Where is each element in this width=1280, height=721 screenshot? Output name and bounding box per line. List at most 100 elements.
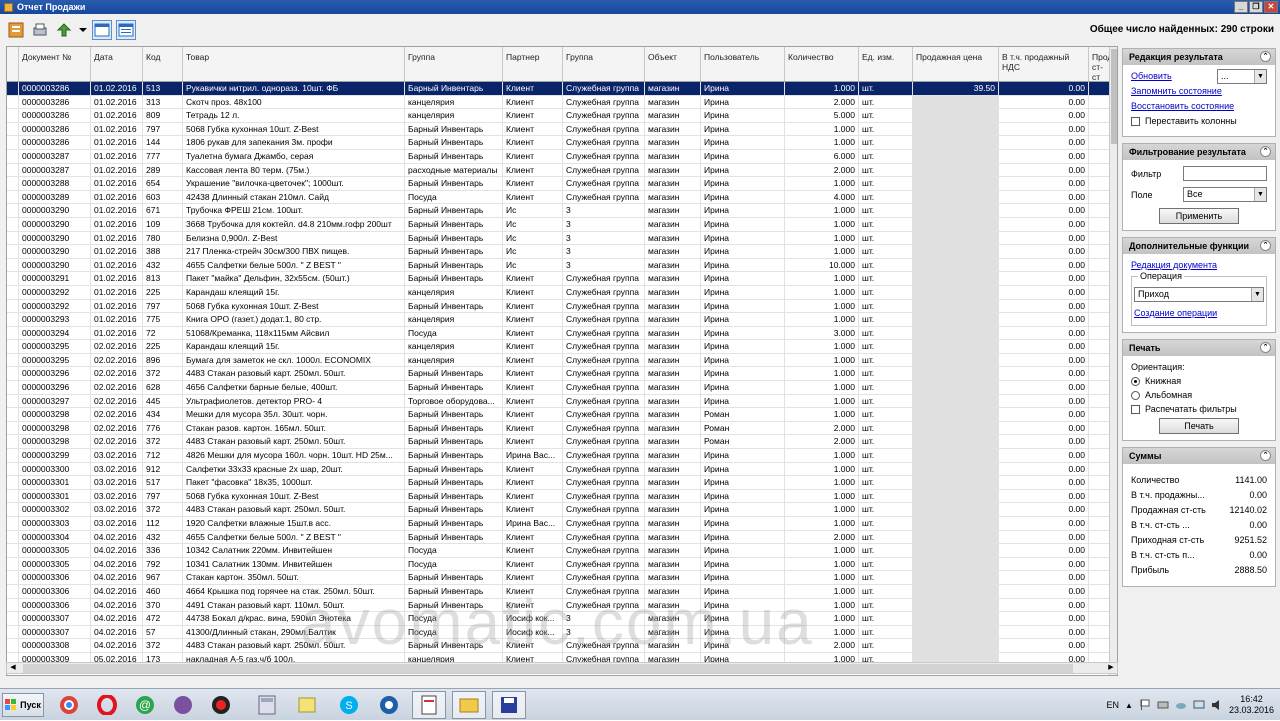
table-row[interactable]: 0000003302 03.02.2016 372 4483 Стакан разов…	[7, 503, 1111, 517]
table-row[interactable]: 0000003301 03.02.2016 517 Пакет "фасовка" 1…	[7, 476, 1111, 490]
column-header[interactable]: Количество	[785, 47, 859, 81]
row-marker[interactable]	[7, 462, 19, 476]
table-row[interactable]: 0000003306 04.02.2016 370 4491 Стакан разов…	[7, 598, 1111, 613]
table-row[interactable]: 0000003290 01.02.2016 388 217 Пленка-стрейч…	[7, 245, 1111, 259]
network-app-icon[interactable]	[372, 691, 406, 719]
filter-input[interactable]	[1183, 166, 1267, 181]
refresh-select[interactable]: ... ▼	[1217, 69, 1267, 84]
mail-at-icon[interactable]: @	[128, 691, 162, 719]
collapse-icon[interactable]: ⌃	[1260, 240, 1271, 251]
row-marker[interactable]	[7, 272, 19, 285]
row-marker[interactable]	[7, 326, 19, 340]
table-row[interactable]: 0000003298 02.02.2016 434 Мешки для мусора …	[7, 408, 1111, 422]
start-button[interactable]: Пуск	[2, 693, 44, 717]
landscape-radio[interactable]: Альбомная	[1131, 390, 1267, 400]
column-header[interactable]: Объект	[645, 47, 701, 81]
table-row[interactable]: 0000003294 01.02.2016 72 51068/Креманка, 11…	[7, 326, 1111, 341]
save-app-icon[interactable]	[492, 691, 526, 719]
opera-icon[interactable]	[90, 691, 124, 719]
column-header[interactable]: Группа	[563, 47, 645, 81]
table-row[interactable]: 0000003303 03.02.2016 112 1920 Салфетки вла…	[7, 517, 1111, 531]
table-row[interactable]: 0000003308 04.02.2016 372 4483 Стакан разов…	[7, 639, 1111, 653]
row-marker[interactable]	[7, 177, 19, 190]
record-icon[interactable]	[204, 691, 238, 719]
table-row[interactable]: 0000003291 01.02.2016 813 Пакет "майка" Дел…	[7, 272, 1111, 286]
table-row[interactable]: 0000003295 02.02.2016 225 Карандаш клеящий …	[7, 340, 1111, 354]
table-row[interactable]: 0000003286 01.02.2016 513 Рукавички нитрил.…	[7, 82, 1111, 96]
notes-icon[interactable]	[290, 691, 324, 719]
row-marker[interactable]	[7, 476, 19, 489]
horizontal-scrollbar[interactable]: ◀ ▶	[6, 662, 1118, 674]
row-marker[interactable]	[7, 598, 19, 612]
table-row[interactable]: 0000003287 01.02.2016 777 Туалетна бумага Д…	[7, 149, 1111, 164]
collapse-icon[interactable]: ⌃	[1260, 146, 1271, 157]
vertical-scrollbar[interactable]	[1109, 47, 1117, 675]
print-button[interactable]: Печать	[1159, 418, 1239, 434]
row-marker[interactable]	[7, 612, 19, 625]
column-header[interactable]: Дата	[91, 47, 143, 81]
field-select[interactable]: Все ▼	[1183, 187, 1267, 202]
tray-expand-icon[interactable]: ▲	[1125, 701, 1133, 710]
restore-button[interactable]: ❐	[1249, 1, 1263, 13]
table-row[interactable]: 0000003297 02.02.2016 445 Ультрафиолетов. д…	[7, 394, 1111, 409]
column-header[interactable]: Ед. изм.	[859, 47, 913, 81]
row-marker[interactable]	[7, 557, 19, 571]
row-marker[interactable]	[7, 625, 19, 639]
operation-select[interactable]: Приход ▼	[1134, 287, 1264, 302]
row-marker[interactable]	[7, 489, 19, 503]
table-row[interactable]: 0000003286 01.02.2016 809 Тетрадь 12 л. канц…	[7, 109, 1111, 123]
row-marker[interactable]	[7, 544, 19, 557]
row-marker[interactable]	[7, 313, 19, 326]
row-marker[interactable]	[7, 204, 19, 217]
row-marker[interactable]	[7, 136, 19, 149]
table-row[interactable]: 0000003290 01.02.2016 671 Трубочка ФРЕШ 21с…	[7, 204, 1111, 218]
language-indicator[interactable]: EN	[1107, 700, 1120, 710]
table-row[interactable]: 0000003290 01.02.2016 109 3668 Трубочка для…	[7, 217, 1111, 232]
row-marker[interactable]	[7, 163, 19, 177]
table-row[interactable]: 0000003299 03.02.2016 712 4826 Мешки для му…	[7, 449, 1111, 463]
row-marker[interactable]	[7, 109, 19, 122]
table-row[interactable]: 0000003286 01.02.2016 797 5068 Губка кухонн…	[7, 122, 1111, 137]
table-row[interactable]: 0000003295 02.02.2016 896 Бумага для замето…	[7, 353, 1111, 368]
column-header[interactable]: Пользователь	[701, 47, 785, 81]
row-marker[interactable]	[7, 340, 19, 353]
row-marker[interactable]	[7, 421, 19, 435]
row-marker[interactable]	[7, 122, 19, 136]
table-row[interactable]: 0000003307 04.02.2016 57 41300/Длинный стак…	[7, 625, 1111, 640]
table-row[interactable]: 0000003300 03.02.2016 912 Салфетки 33х33 кр…	[7, 462, 1111, 477]
dropdown-arrow-icon[interactable]	[78, 20, 88, 40]
create-operation-link[interactable]: Создание операции	[1134, 308, 1264, 318]
clock[interactable]: 16:42 23.03.2016	[1229, 694, 1274, 716]
column-header[interactable]: Продажная цена	[913, 47, 999, 81]
row-marker[interactable]	[7, 149, 19, 163]
table-row[interactable]: 0000003301 03.02.2016 797 5068 Губка кухонн…	[7, 489, 1111, 504]
column-header[interactable]: Код	[143, 47, 183, 81]
viber-icon[interactable]	[166, 691, 200, 719]
print-preview-icon[interactable]	[30, 20, 50, 40]
row-marker[interactable]	[7, 435, 19, 449]
row-marker[interactable]	[7, 517, 19, 530]
row-marker[interactable]	[7, 571, 19, 584]
table-row[interactable]: 0000003305 04.02.2016 336 10342 Салатник 22…	[7, 544, 1111, 558]
collapse-icon[interactable]: ⌃	[1260, 450, 1271, 461]
row-marker[interactable]	[7, 449, 19, 462]
row-marker[interactable]	[7, 299, 19, 313]
table-row[interactable]: 0000003290 01.02.2016 432 4655 Салфетки бел…	[7, 258, 1111, 273]
table-body[interactable]: 0000003286 01.02.2016 513 Рукавички нитрил.…	[7, 82, 1111, 675]
report-app-icon[interactable]	[412, 691, 446, 719]
row-marker[interactable]	[7, 381, 19, 394]
collapse-icon[interactable]: ⌃	[1260, 342, 1271, 353]
rearrange-columns-checkbox[interactable]: Переставить колонны	[1131, 116, 1267, 126]
refresh-link[interactable]: Обновить	[1131, 71, 1172, 81]
save-state-link[interactable]: Запомнить состояние	[1131, 86, 1267, 96]
sales-table[interactable]: Документ № Дата Код Товар Группа Партнер Групп…	[6, 46, 1118, 676]
table-row[interactable]: 0000003306 04.02.2016 967 Стакан картон. 35…	[7, 571, 1111, 585]
column-header[interactable]: Партнер	[503, 47, 563, 81]
close-button[interactable]: ✕	[1264, 1, 1278, 13]
file-explorer-icon[interactable]	[452, 691, 486, 719]
row-marker[interactable]	[7, 408, 19, 421]
table-row[interactable]: 0000003296 02.02.2016 372 4483 Стакан разов…	[7, 367, 1111, 382]
row-marker[interactable]	[7, 217, 19, 231]
row-marker[interactable]	[7, 353, 19, 367]
row-marker[interactable]	[7, 530, 19, 544]
